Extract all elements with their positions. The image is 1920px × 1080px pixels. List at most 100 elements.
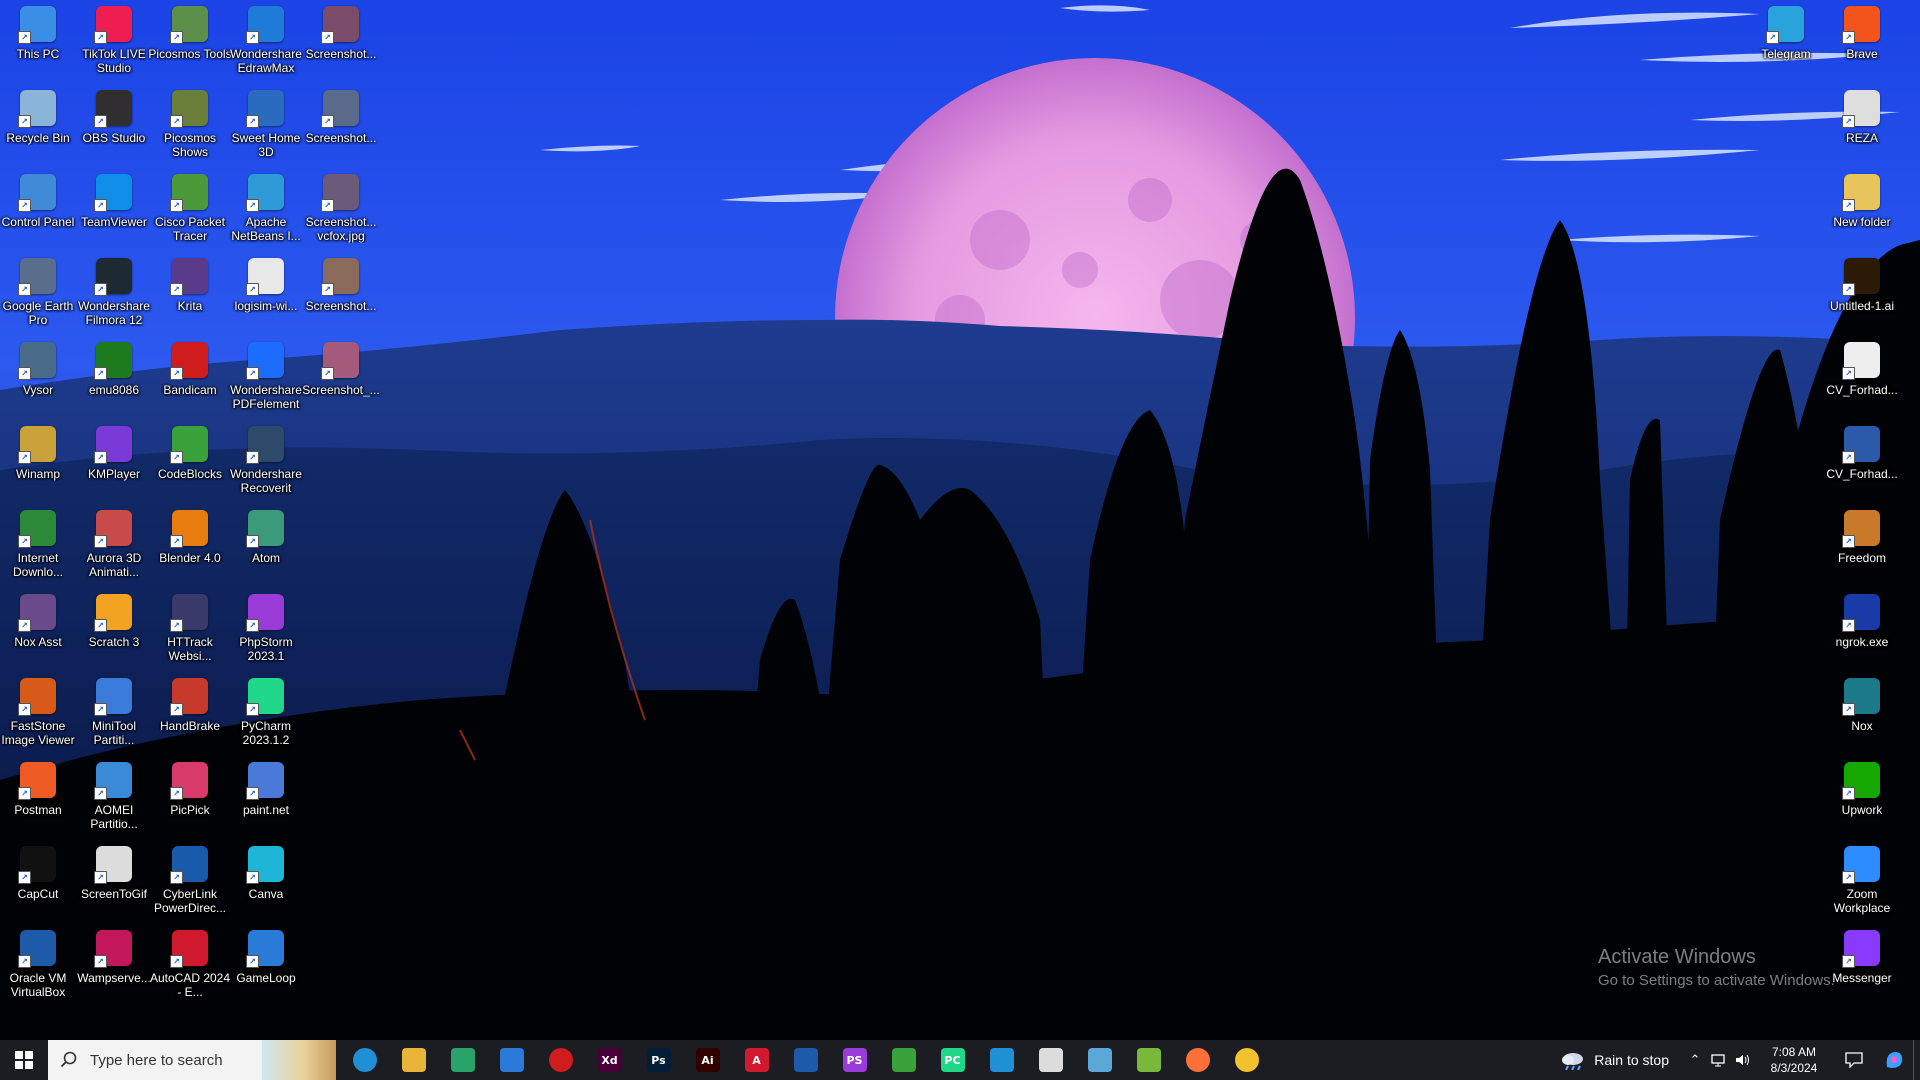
- desktop-icon-label: Nox Asst: [14, 635, 62, 649]
- start-button[interactable]: [0, 1040, 48, 1080]
- desktop-icon[interactable]: ↗ Cisco Packet Tracer: [151, 170, 229, 250]
- taskbar-search-box[interactable]: [48, 1040, 336, 1080]
- desktop-icon[interactable]: ↗ REZA: [1823, 86, 1901, 166]
- notification-center-icon[interactable]: [1833, 1040, 1875, 1080]
- taskbar-app-pycharm[interactable]: PC: [928, 1040, 977, 1080]
- show-desktop-button[interactable]: [1913, 1040, 1920, 1080]
- desktop-icon[interactable]: ↗ AutoCAD 2024 - E...: [150, 926, 230, 1006]
- desktop-icon[interactable]: ↗ This PC: [0, 2, 77, 82]
- taskbar-app-record[interactable]: [536, 1040, 585, 1080]
- desktop-icon[interactable]: ↗ Wondershare Filmora 12: [75, 254, 153, 334]
- desktop-icon[interactable]: ↗ Winamp: [0, 422, 77, 502]
- desktop-icon[interactable]: ↗ PicPick: [151, 758, 229, 838]
- desktop-icon[interactable]: ↗ MiniTool Partiti...: [75, 674, 153, 754]
- sweet-home-icon: ↗: [246, 90, 284, 128]
- taskbar-app-firefox[interactable]: [1173, 1040, 1222, 1080]
- desktop-icon[interactable]: ↗ Screenshot...: [302, 2, 380, 82]
- taskbar-app-illustrator[interactable]: Ai: [683, 1040, 732, 1080]
- taskbar-app-edge-beta[interactable]: [438, 1040, 487, 1080]
- desktop-icon[interactable]: ↗ Google Earth Pro: [0, 254, 77, 334]
- desktop-icon[interactable]: ↗ New folder: [1823, 170, 1901, 250]
- desktop-icon[interactable]: ↗ CapCut: [0, 842, 77, 922]
- desktop-icon[interactable]: ↗ GameLoop: [227, 926, 305, 1006]
- network-icon[interactable]: [1707, 1040, 1731, 1080]
- taskbar-app-phpstorm[interactable]: PS: [830, 1040, 879, 1080]
- desktop-icon[interactable]: ↗ Blender 4.0: [151, 506, 229, 586]
- taskbar-app-vscode[interactable]: [977, 1040, 1026, 1080]
- desktop-icon[interactable]: ↗ Brave: [1823, 2, 1901, 82]
- desktop-icon[interactable]: ↗ emu8086: [75, 338, 153, 418]
- desktop-icon[interactable]: ↗ Oracle VM VirtualBox: [0, 926, 77, 1006]
- desktop-icon[interactable]: ↗ Recycle Bin: [0, 86, 77, 166]
- desktop-icon[interactable]: ↗ Vysor: [0, 338, 77, 418]
- desktop-icon[interactable]: ↗ HTTrack Websi...: [151, 590, 229, 670]
- search-input[interactable]: [88, 1050, 272, 1070]
- desktop-icon[interactable]: ↗ CodeBlocks: [151, 422, 229, 502]
- taskbar-app-autocad[interactable]: A: [732, 1040, 781, 1080]
- desktop-icon[interactable]: ↗ Nox Asst: [0, 590, 77, 670]
- taskbar-app-app-store[interactable]: [1026, 1040, 1075, 1080]
- desktop-icon[interactable]: ↗ Freedom: [1823, 506, 1901, 586]
- weather-widget[interactable]: Rain to stop: [1560, 1050, 1669, 1070]
- desktop-icon[interactable]: ↗ logisim-wi...: [227, 254, 305, 334]
- desktop-icon[interactable]: ↗ CV_Forhad...: [1823, 422, 1901, 502]
- desktop-icon[interactable]: ↗ OBS Studio: [75, 86, 153, 166]
- desktop-icon[interactable]: ↗ paint.net: [227, 758, 305, 838]
- taskbar-app-codeblocks[interactable]: [879, 1040, 928, 1080]
- desktop-icon[interactable]: ↗ ScreenToGif: [75, 842, 153, 922]
- desktop-icon[interactable]: ↗ Nox: [1823, 674, 1901, 754]
- volume-icon[interactable]: [1731, 1040, 1755, 1080]
- desktop-icon[interactable]: ↗ TikTok LIVE Studio: [75, 2, 153, 82]
- desktop-icon[interactable]: ↗ Atom: [227, 506, 305, 586]
- desktop-icon[interactable]: ↗ FastStone Image Viewer: [0, 674, 77, 754]
- desktop-icon[interactable]: ↗ Control Panel: [0, 170, 77, 250]
- desktop-icon[interactable]: ↗ Picosmos Tools: [148, 2, 232, 82]
- desktop-icon[interactable]: ↗ Upwork: [1823, 758, 1901, 838]
- show-hidden-icons-chevron-up-icon[interactable]: ⌃: [1683, 1040, 1707, 1080]
- desktop-icon[interactable]: ↗ Screenshot_...: [302, 338, 380, 418]
- taskbar-app-edge[interactable]: [340, 1040, 389, 1080]
- desktop-icon[interactable]: ↗ CV_Forhad...: [1823, 338, 1901, 418]
- desktop-icon[interactable]: ↗ ngrok.exe: [1823, 590, 1901, 670]
- desktop-icon[interactable]: ↗ Aurora 3D Animati...: [75, 506, 153, 586]
- desktop-icon[interactable]: ↗ Untitled-1.ai: [1823, 254, 1901, 334]
- desktop-icon[interactable]: ↗ Postman: [0, 758, 77, 838]
- desktop-icon[interactable]: ↗ Picosmos Shows: [151, 86, 229, 166]
- desktop-icon[interactable]: ↗ HandBrake: [151, 674, 229, 754]
- desktop-icon[interactable]: ↗ Screenshot... vcfox.jpg: [302, 170, 380, 250]
- taskbar-app-notepad-plus[interactable]: [1124, 1040, 1173, 1080]
- desktop-icon[interactable]: ↗ Wondershare EdrawMax: [227, 2, 305, 82]
- desktop-icon[interactable]: ↗ KMPlayer: [75, 422, 153, 502]
- desktop-icon[interactable]: ↗ TeamViewer: [75, 170, 153, 250]
- desktop-icon[interactable]: ↗ Telegram: [1747, 2, 1825, 82]
- desktop-icon[interactable]: ↗ AOMEI Partitio...: [75, 758, 153, 838]
- bandicam-icon: ↗: [170, 342, 208, 380]
- copilot-icon[interactable]: [1875, 1040, 1913, 1080]
- taskbar-app-file-explorer[interactable]: [389, 1040, 438, 1080]
- desktop-icon[interactable]: ↗ Messenger: [1823, 926, 1901, 1006]
- desktop-icon[interactable]: ↗ Wondershare Recoverit: [227, 422, 305, 502]
- desktop-icon[interactable]: ↗ PhpStorm 2023.1: [227, 590, 305, 670]
- desktop-icon[interactable]: ↗ Screenshot...: [302, 254, 380, 334]
- shortcut-arrow-icon: ↗: [246, 367, 259, 380]
- desktop-icon[interactable]: ↗ Scratch 3: [75, 590, 153, 670]
- taskbar-app-store[interactable]: [487, 1040, 536, 1080]
- desktop-icon[interactable]: ↗ Canva: [227, 842, 305, 922]
- desktop-icon[interactable]: ↗ Krita: [151, 254, 229, 334]
- taskbar-app-virtualbox[interactable]: [781, 1040, 830, 1080]
- taskbar-app-chrome[interactable]: [1222, 1040, 1271, 1080]
- taskbar-clock[interactable]: 7:08 AM 8/3/2024: [1755, 1044, 1833, 1076]
- desktop-icon[interactable]: ↗ Wondershare PDFelement: [227, 338, 305, 418]
- desktop-icon[interactable]: ↗ Sweet Home 3D: [227, 86, 305, 166]
- desktop-icon[interactable]: ↗ CyberLink PowerDirec...: [151, 842, 229, 922]
- taskbar-app-adobe-xd[interactable]: Xd: [585, 1040, 634, 1080]
- desktop-icon[interactable]: ↗ PyCharm 2023.1.2: [227, 674, 305, 754]
- desktop-icon[interactable]: ↗ Wampserve...: [75, 926, 153, 1006]
- taskbar-app-photoshop[interactable]: Ps: [634, 1040, 683, 1080]
- desktop-icon[interactable]: ↗ Apache NetBeans I...: [227, 170, 305, 250]
- desktop-icon[interactable]: ↗ Zoom Workplace: [1823, 842, 1901, 922]
- taskbar-app-notepad[interactable]: [1075, 1040, 1124, 1080]
- desktop-icon[interactable]: ↗ Screenshot...: [302, 86, 380, 166]
- desktop-icon[interactable]: ↗ Bandicam: [151, 338, 229, 418]
- desktop-icon[interactable]: ↗ Internet Downlo...: [0, 506, 77, 586]
